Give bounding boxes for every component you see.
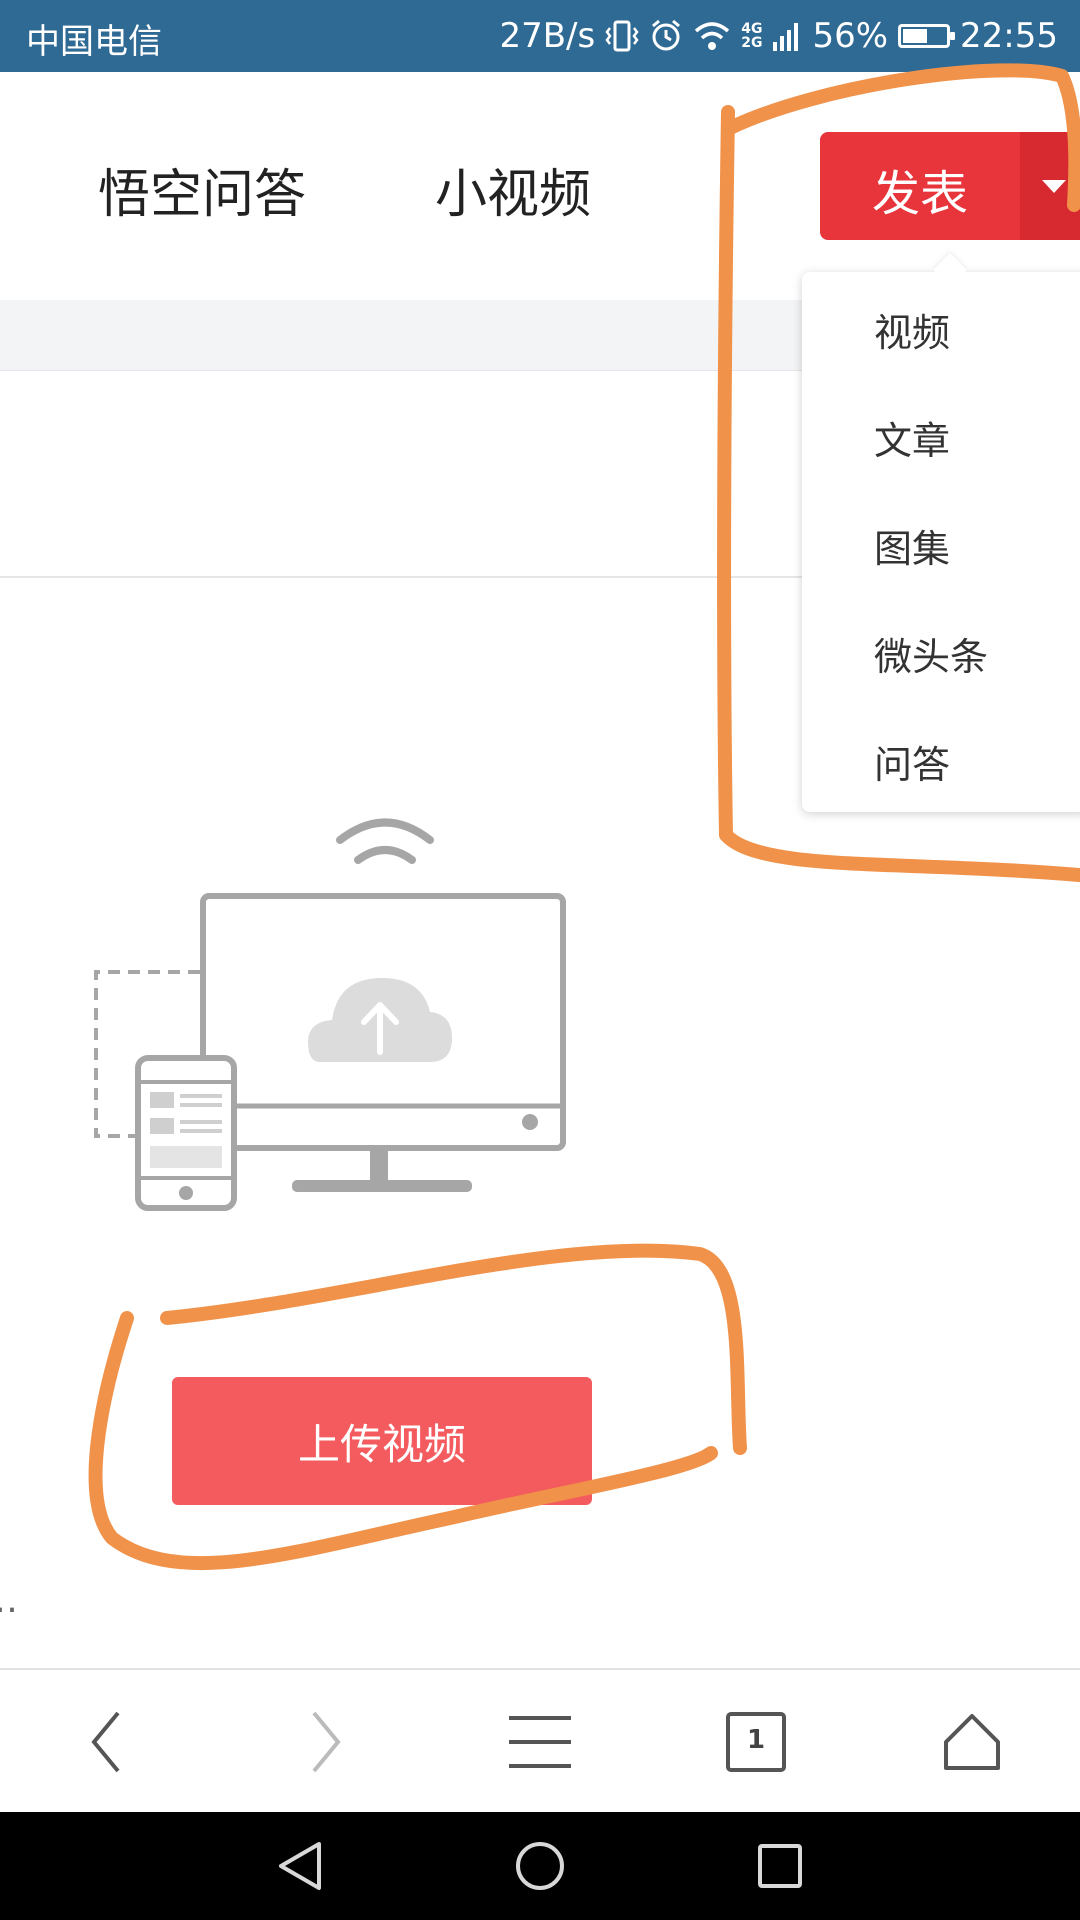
status-bar: 中国电信 27B/s 4G 2G 56% 22:55 <box>0 0 1080 72</box>
menu-item-article[interactable]: 文章 <box>874 410 950 465</box>
signal-icon <box>772 20 802 52</box>
clock: 22:55 <box>960 16 1058 56</box>
wifi-icon <box>693 19 731 53</box>
browser-toolbar: 1 <box>0 1668 1080 1814</box>
system-navigation-bar <box>0 1812 1080 1920</box>
back-button[interactable] <box>36 1670 176 1814</box>
forward-chevron-icon <box>312 1711 341 1773</box>
tab-count: 1 <box>746 1725 766 1755</box>
system-home-button[interactable] <box>480 1812 600 1920</box>
upload-devices-illustration <box>94 818 566 1211</box>
carrier-label: 中国电信 <box>26 22 162 62</box>
system-back-button[interactable] <box>240 1812 360 1920</box>
forward-button[interactable] <box>256 1670 396 1814</box>
tabs-button[interactable]: 1 <box>686 1670 826 1814</box>
net-speed: 27B/s <box>499 16 596 56</box>
menu-item-micro-post[interactable]: 微头条 <box>874 626 988 681</box>
system-recents-button[interactable] <box>720 1812 840 1920</box>
tab-short-video[interactable]: 小视频 <box>435 152 591 227</box>
battery-icon <box>898 24 956 48</box>
tab-wukong-qa[interactable]: 悟空问答 <box>98 152 306 227</box>
publish-button[interactable]: 发表 <box>820 132 1080 240</box>
menu-button[interactable] <box>470 1670 610 1814</box>
home-button[interactable] <box>902 1670 1042 1814</box>
battery-percent: 56% <box>812 16 889 56</box>
vibrate-icon <box>605 18 639 54</box>
menu-item-qa[interactable]: 问答 <box>874 734 950 789</box>
back-chevron-icon <box>91 1711 120 1773</box>
status-icons: 27B/s 4G 2G 56% 22:55 <box>499 12 1058 60</box>
hamburger-icon <box>509 1716 571 1768</box>
circle-home-icon <box>516 1842 564 1890</box>
triangle-back-icon <box>279 1842 321 1890</box>
menu-item-gallery[interactable]: 图集 <box>874 518 950 573</box>
network-type: 4G 2G <box>741 21 763 51</box>
publish-label: 发表 <box>872 166 969 222</box>
publish-dropdown-menu: 视频 文章 图集 微头条 问答 <box>802 272 1080 812</box>
upload-video-button[interactable]: 上传视频 <box>172 1377 592 1505</box>
top-nav: 悟空问答 小视频 发表 <box>0 72 1080 300</box>
caret-down-icon <box>1042 180 1066 193</box>
alarm-icon <box>649 18 683 54</box>
home-icon <box>944 1714 1000 1770</box>
square-recents-icon <box>758 1844 802 1888</box>
menu-item-video[interactable]: 视频 <box>874 302 950 357</box>
cropped-text-fragment: … <box>0 1580 18 1621</box>
